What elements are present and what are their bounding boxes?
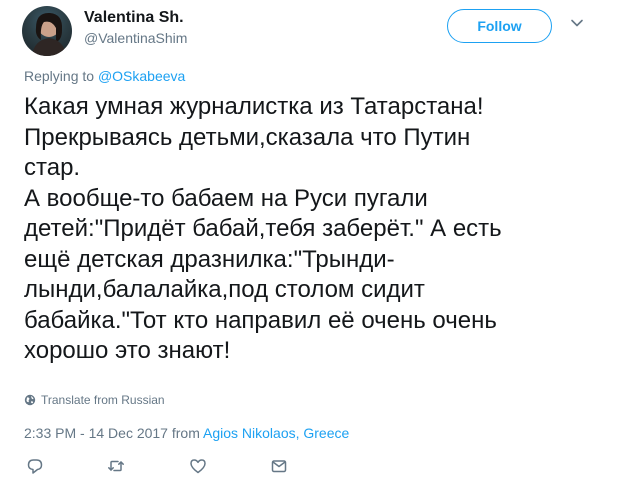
meta-from: from bbox=[167, 425, 203, 441]
retweet-icon[interactable] bbox=[105, 455, 127, 477]
translate-link[interactable]: Translate from Russian bbox=[24, 393, 165, 407]
reply-icon[interactable] bbox=[24, 455, 46, 477]
replying-to-label: Replying to bbox=[24, 68, 98, 84]
timestamp[interactable]: 2:33 PM - 14 Dec 2017 bbox=[24, 425, 168, 441]
like-icon[interactable] bbox=[187, 455, 209, 477]
replying-to: Replying to @OSkabeeva bbox=[24, 68, 185, 84]
translate-label[interactable]: Translate from Russian bbox=[41, 393, 165, 407]
follow-button[interactable]: Follow bbox=[447, 9, 552, 43]
chevron-down-icon[interactable] bbox=[570, 16, 584, 30]
tweet-meta: 2:33 PM - 14 Dec 2017 from Agios Nikolao… bbox=[24, 425, 349, 441]
globe-icon bbox=[24, 394, 36, 406]
location-link[interactable]: Agios Nikolaos, Greece bbox=[203, 425, 349, 441]
tweet-text: Какая умная журналистка из Татарстана! П… bbox=[24, 93, 502, 364]
avatar[interactable] bbox=[22, 6, 72, 56]
reply-mention-link[interactable]: @OSkabeeva bbox=[98, 68, 185, 84]
user-names: Valentina Sh. @ValentinaShim bbox=[84, 8, 187, 48]
direct-message-icon[interactable] bbox=[268, 455, 290, 477]
tweet-header: Valentina Sh. @ValentinaShim Follow bbox=[22, 6, 602, 56]
profile-photo-icon bbox=[32, 12, 66, 56]
display-name[interactable]: Valentina Sh. bbox=[84, 8, 187, 28]
user-handle[interactable]: @ValentinaShim bbox=[84, 28, 187, 48]
